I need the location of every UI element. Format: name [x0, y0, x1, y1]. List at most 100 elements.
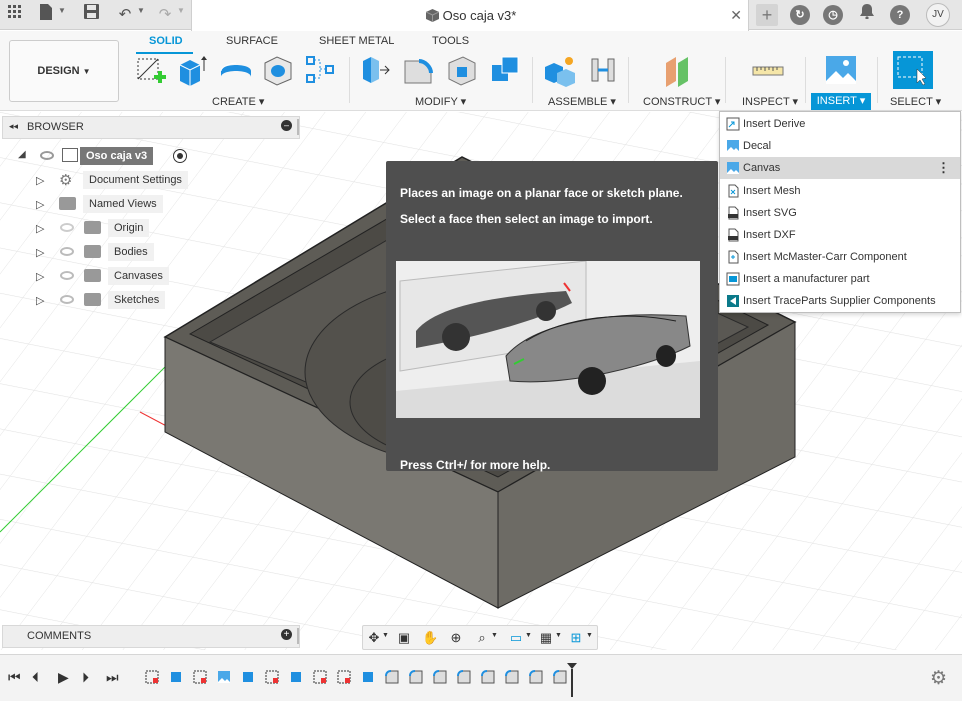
expand-chevron-icon[interactable]: ▷: [36, 198, 44, 211]
browser-minimize-icon[interactable]: –: [281, 120, 292, 131]
menu-item-insert-svg[interactable]: Insert SVG: [720, 202, 960, 224]
browser-item-named-views[interactable]: ▷ Named Views: [36, 195, 236, 215]
insert-canvas-icon[interactable]: [824, 53, 858, 87]
create-sketch-icon[interactable]: [135, 53, 169, 87]
browser-item-document-settings[interactable]: ▷ ⚙ Document Settings: [36, 171, 236, 191]
assemble-menu[interactable]: ASSEMBLE ▾: [548, 95, 616, 108]
offset-plane-icon[interactable]: [662, 53, 696, 87]
timeline-fillet-icon[interactable]: [553, 670, 567, 684]
document-tab[interactable]: Oso caja v3* ✕: [191, 0, 749, 31]
browser-root-item[interactable]: ◢ Oso caja v3: [18, 147, 218, 167]
shell-icon[interactable]: [445, 53, 479, 87]
display-settings-icon[interactable]: ▭: [508, 630, 524, 646]
menu-item-canvas[interactable]: Canvas ⋮: [720, 157, 960, 179]
expand-chevron-icon[interactable]: ▷: [36, 270, 44, 283]
zoom-icon[interactable]: ⊕: [448, 630, 464, 646]
timeline-extrude-icon[interactable]: [361, 670, 375, 684]
timeline-fillet-icon[interactable]: [457, 670, 471, 684]
collapse-triangle-icon[interactable]: ◢: [18, 149, 26, 160]
activate-component-icon[interactable]: [173, 149, 187, 163]
collapse-browser-icon[interactable]: ◂◂: [9, 121, 18, 132]
new-component-icon[interactable]: [543, 53, 577, 87]
file-menu-caret-icon[interactable]: ▼: [58, 6, 66, 15]
redo-caret-icon[interactable]: ▼: [177, 6, 185, 15]
comments-panel-header[interactable]: COMMENTS +: [2, 625, 300, 648]
timeline-sketch-icon[interactable]: [265, 670, 279, 684]
notifications-icon[interactable]: [856, 4, 878, 26]
measure-icon[interactable]: [751, 53, 785, 87]
visibility-eye-icon[interactable]: [60, 247, 74, 256]
expand-chevron-icon[interactable]: ▷: [36, 246, 44, 259]
hole-icon[interactable]: [261, 53, 295, 87]
timeline-extrude-icon[interactable]: [169, 670, 183, 684]
tab-solid[interactable]: SOLID: [149, 35, 183, 47]
file-icon[interactable]: [35, 4, 57, 26]
browser-item-origin[interactable]: ▷ Origin: [36, 219, 236, 239]
timeline-fillet-icon[interactable]: [529, 670, 543, 684]
timeline-sketch-icon[interactable]: [313, 670, 327, 684]
hidden-eye-icon[interactable]: [60, 223, 74, 232]
timeline-fillet-icon[interactable]: [409, 670, 423, 684]
more-options-icon[interactable]: ⋮: [937, 157, 950, 179]
tab-tools[interactable]: TOOLS: [432, 35, 469, 47]
tab-surface[interactable]: SURFACE: [226, 35, 278, 47]
timeline-fillet-icon[interactable]: [505, 670, 519, 684]
tab-sheet-metal[interactable]: SHEET METAL: [319, 35, 394, 47]
fit-icon[interactable]: ⌕: [474, 630, 490, 646]
save-icon[interactable]: [80, 4, 102, 26]
expand-chevron-icon[interactable]: ▷: [36, 222, 44, 235]
browser-item-canvases[interactable]: ▷ Canvases: [36, 267, 236, 287]
timeline-sketch-icon[interactable]: [337, 670, 351, 684]
viewports-caret-icon[interactable]: ▼: [586, 632, 593, 639]
timeline-canvas-icon[interactable]: [217, 670, 231, 684]
timeline-extrude-icon[interactable]: [289, 670, 303, 684]
step-back-icon[interactable]: ⏴: [32, 669, 39, 686]
close-tab-icon[interactable]: ✕: [730, 7, 742, 24]
timeline-settings-gear-icon[interactable]: ⚙: [930, 667, 947, 690]
create-menu[interactable]: CREATE ▾: [212, 95, 264, 108]
browser-panel-header[interactable]: ◂◂ BROWSER –: [2, 116, 300, 139]
menu-item-insert-mcmaster[interactable]: Insert McMaster-Carr Component: [720, 246, 960, 268]
timeline-fillet-icon[interactable]: [481, 670, 495, 684]
timeline-fillet-icon[interactable]: [433, 670, 447, 684]
menu-item-decal[interactable]: Decal: [720, 135, 960, 157]
visibility-eye-icon[interactable]: [60, 271, 74, 280]
timeline-marker-handle[interactable]: [566, 663, 578, 697]
inspect-menu[interactable]: INSPECT ▾: [742, 95, 798, 108]
undo-caret-icon[interactable]: ▼: [137, 6, 145, 15]
menu-item-insert-manufacturer-part[interactable]: Insert a manufacturer part: [720, 268, 960, 290]
orbit-caret-icon[interactable]: ▼: [382, 632, 389, 639]
go-to-start-icon[interactable]: ⏮: [8, 669, 21, 686]
extrude-icon[interactable]: [176, 53, 210, 87]
insert-menu-button[interactable]: INSERT ▾: [811, 93, 871, 110]
timeline-fillet-icon[interactable]: [385, 670, 399, 684]
timeline-sketch-icon[interactable]: [145, 670, 159, 684]
menu-item-insert-traceparts[interactable]: Insert TraceParts Supplier Components: [720, 290, 960, 312]
display-caret-icon[interactable]: ▼: [525, 632, 532, 639]
grid-icon[interactable]: [4, 4, 26, 26]
expand-chevron-icon[interactable]: ▷: [36, 294, 44, 307]
look-at-icon[interactable]: ▣: [396, 630, 412, 646]
go-to-end-icon[interactable]: ⏭: [106, 669, 119, 686]
visibility-eye-icon[interactable]: [60, 295, 74, 304]
select-icon[interactable]: [893, 51, 933, 89]
visibility-eye-icon[interactable]: [40, 151, 54, 160]
viewports-icon[interactable]: ⊞: [568, 630, 584, 646]
grid-settings-icon[interactable]: ▦: [538, 630, 554, 646]
workspace-switcher-button[interactable]: DESIGN ▼: [9, 40, 119, 102]
undo-icon[interactable]: ↶: [114, 4, 136, 26]
job-status-icon[interactable]: ◷: [823, 5, 843, 25]
timeline-extrude-icon[interactable]: [241, 670, 255, 684]
redo-icon[interactable]: ↷: [154, 4, 176, 26]
revolve-icon[interactable]: [219, 53, 253, 87]
press-pull-icon[interactable]: [358, 53, 392, 87]
play-icon[interactable]: ▶: [58, 669, 69, 686]
new-tab-icon[interactable]: +: [756, 4, 778, 26]
browser-item-bodies[interactable]: ▷ Bodies: [36, 243, 236, 263]
avatar[interactable]: JV: [926, 3, 950, 27]
panel-grip[interactable]: [297, 628, 299, 644]
orbit-icon[interactable]: ✥: [366, 630, 382, 646]
menu-item-insert-mesh[interactable]: Insert Mesh: [720, 180, 960, 202]
fillet-icon[interactable]: [401, 53, 435, 87]
panel-grip[interactable]: [297, 119, 299, 135]
